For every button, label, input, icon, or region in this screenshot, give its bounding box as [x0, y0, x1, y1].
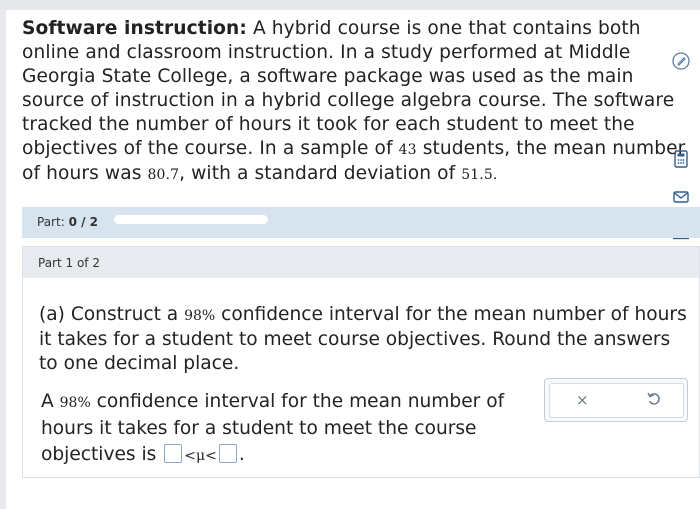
clear-button[interactable]: × — [576, 391, 589, 409]
question-a: (a) Construct a 98% confidence interval … — [39, 303, 689, 376]
question-text-1: (a) Construct a — [39, 304, 185, 325]
pencil-icon[interactable] — [670, 50, 692, 72]
question-content: Software instruction: A hybrid course is… — [6, 10, 700, 509]
part-label: Part 1 of 2 — [38, 256, 100, 270]
confidence-level: 98% — [184, 308, 216, 324]
problem-text-3: , with a standard deviation of — [179, 163, 462, 184]
mean-value: 80.7 — [147, 167, 180, 183]
answer-actions-inner: × — [549, 383, 684, 418]
undo-icon[interactable] — [645, 390, 663, 408]
progress-label: Part: 0 / 2 — [37, 215, 98, 229]
answer-statement: A 98% confidence interval for the mean n… — [41, 389, 521, 469]
progress-bar-row: Part: 0 / 2 — [22, 207, 700, 238]
lower-bound-input[interactable] — [164, 444, 183, 463]
inequality-mu: <μ< — [184, 448, 217, 464]
calculator-icon[interactable] — [670, 148, 692, 170]
part-header: Part 1 of 2 — [23, 247, 699, 278]
top-strip — [0, 0, 700, 10]
std-dev-value: 51.5 — [461, 167, 493, 183]
problem-title: Software instruction: — [22, 18, 247, 39]
answer-text-2: confidence interval for the mean number … — [41, 391, 505, 465]
problem-statement: Software instruction: A hybrid course is… — [22, 17, 700, 187]
problem-text-4: . — [492, 167, 498, 183]
answer-confidence: 98% — [59, 395, 91, 411]
progress-label-text: Part: — [37, 215, 65, 229]
progress-value: 0 / 2 — [68, 215, 98, 229]
part-panel: Part 1 of 2 (a) Construct a 98% confiden… — [22, 246, 700, 478]
mail-icon[interactable] — [670, 186, 692, 208]
sample-size: 43 — [398, 142, 417, 158]
answer-end: . — [238, 444, 245, 465]
upper-bound-input[interactable] — [218, 444, 237, 463]
answer-actions: × — [544, 378, 688, 422]
answer-text-1: A — [41, 391, 60, 412]
progress-track — [114, 215, 268, 224]
